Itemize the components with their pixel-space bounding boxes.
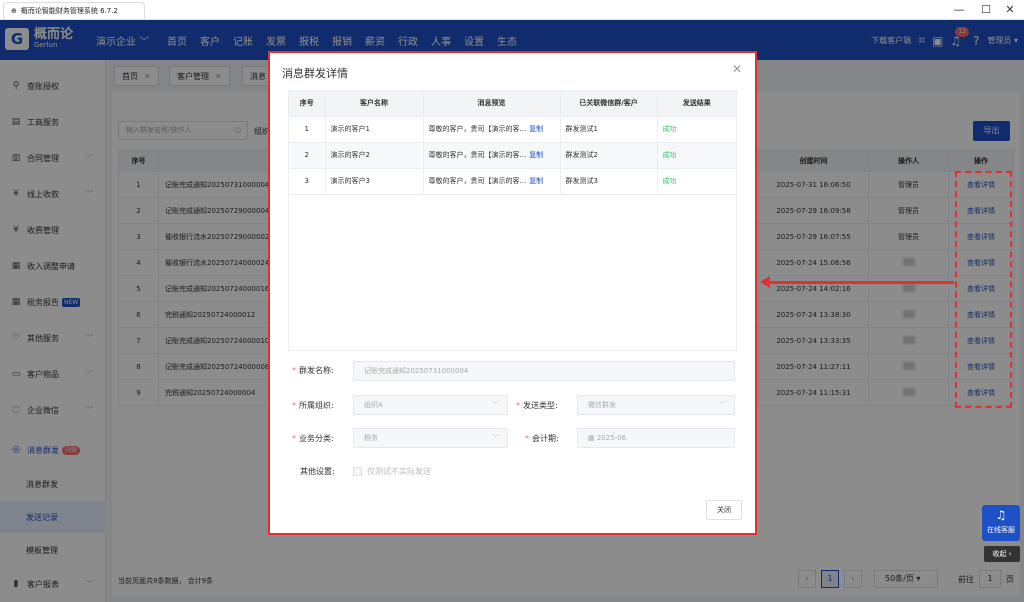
chevron-down-icon: ﹀ <box>492 434 499 442</box>
label-text: 群发名称: <box>299 366 334 375</box>
window-tab[interactable]: ⊕ 概而论智能财务管理系统 6.7.2 <box>3 2 145 19</box>
seq-cell: 3 <box>289 168 326 195</box>
online-service-label: 在线客服 <box>987 526 1015 534</box>
minimize-icon[interactable]: — <box>952 3 966 17</box>
broadcast-name-input[interactable]: 记账完成通知20250731000004 <box>353 361 735 381</box>
group-cell: 群发测试2 <box>560 142 658 169</box>
result-cell: 成功 <box>657 168 736 195</box>
modal-table-row: 2 演示的客户2 尊敬的客户，贵司【演示的客... 复制 群发测试2 成功 <box>289 142 736 169</box>
annotation-arrow-line <box>768 281 954 284</box>
form-label-org: * 所属组织: <box>292 401 334 410</box>
detail-modal: 消息群发详情 ✕ 序号 客户名称 消息预览 已关联微信群/客户 发送结果 1 演… <box>270 53 755 533</box>
group-cell: 群发测试3 <box>560 168 658 195</box>
org-select[interactable]: 组织A ﹀ <box>353 395 508 415</box>
customer-cell: 演示的客户1 <box>325 116 424 143</box>
copy-link[interactable]: 复制 <box>529 151 543 159</box>
category-value: 税务 <box>364 434 378 442</box>
col-group: 已关联微信群/客户 <box>560 91 658 117</box>
preview-text: 尊敬的客户，贵司【演示的客... <box>428 177 527 185</box>
seq-cell: 1 <box>289 116 326 143</box>
copy-link[interactable]: 复制 <box>529 177 543 185</box>
globe-icon: ⊕ <box>11 7 17 15</box>
modal-table: 序号 客户名称 消息预览 已关联微信群/客户 发送结果 1 演示的客户1 尊敬的… <box>289 91 736 195</box>
close-button[interactable]: 关闭 <box>706 500 742 520</box>
checkbox-label: 仅测试不实际发送 <box>367 467 431 476</box>
form-label-category: * 业务分类: <box>292 434 334 443</box>
seq-cell: 2 <box>289 142 326 169</box>
result-cell: 成功 <box>657 142 736 169</box>
preview-text: 尊敬的客户，贵司【演示的客... <box>428 125 527 133</box>
highlight-action-column <box>955 171 1012 408</box>
calendar-icon: ▦ <box>588 434 597 442</box>
close-window-icon[interactable]: ✕ <box>1003 3 1017 17</box>
maximize-icon[interactable]: ☐ <box>979 3 993 17</box>
annotation-arrow-head <box>760 276 770 288</box>
col-seq: 序号 <box>289 91 326 117</box>
fold-button[interactable]: 收起 › <box>984 546 1020 562</box>
preview-text: 尊敬的客户，贵司【演示的客... <box>428 151 527 159</box>
chevron-down-icon: ﹀ <box>719 401 726 409</box>
modal-title: 消息群发详情 <box>282 67 348 80</box>
label-text: 所属组织: <box>299 401 334 410</box>
close-icon[interactable]: ✕ <box>732 62 742 76</box>
preview-cell: 尊敬的客户，贵司【演示的客... 复制 <box>423 142 561 169</box>
period-value: 2025-06 <box>596 434 627 442</box>
test-only-checkbox[interactable]: 仅测试不实际发送 <box>353 466 431 477</box>
online-service-button[interactable]: ♫ 在线客服 <box>982 505 1020 541</box>
modal-table-row: 3 演示的客户3 尊敬的客户，贵司【演示的客... 复制 群发测试3 成功 <box>289 168 736 195</box>
form-label-name: * 群发名称: <box>292 366 334 375</box>
modal-table-wrap: 序号 客户名称 消息预览 已关联微信群/客户 发送结果 1 演示的客户1 尊敬的… <box>288 90 737 351</box>
org-value: 组织A <box>364 401 383 409</box>
form-label-other: 其他设置: <box>300 467 335 476</box>
send-type-select[interactable]: 微信群发 ﹀ <box>577 395 735 415</box>
checkbox-icon <box>353 467 362 476</box>
window-title: 概而论智能财务管理系统 6.7.2 <box>20 7 118 15</box>
period-picker[interactable]: ▦ 2025-06 <box>577 428 735 448</box>
type-value: 微信群发 <box>588 401 616 409</box>
col-result: 发送结果 <box>657 91 736 117</box>
chevron-down-icon: ﹀ <box>492 401 499 409</box>
modal-table-row: 1 演示的客户1 尊敬的客户，贵司【演示的客... 复制 群发测试1 成功 <box>289 116 736 143</box>
result-cell: 成功 <box>657 116 736 143</box>
label-text: 发送类型: <box>523 401 558 410</box>
copy-link[interactable]: 复制 <box>529 125 543 133</box>
headset-icon: ♫ <box>995 508 1007 522</box>
fold-label: 收起 <box>992 550 1007 558</box>
label-text: 业务分类: <box>299 434 334 443</box>
preview-cell: 尊敬的客户，贵司【演示的客... 复制 <box>423 168 561 195</box>
group-cell: 群发测试1 <box>560 116 658 143</box>
category-select[interactable]: 税务 ﹀ <box>353 428 508 448</box>
window-titlebar: ⊕ 概而论智能财务管理系统 6.7.2 — ☐ ✕ <box>0 0 1024 20</box>
form-label-type: * 发送类型: <box>516 401 558 410</box>
preview-cell: 尊敬的客户，贵司【演示的客... 复制 <box>423 116 561 143</box>
customer-cell: 演示的客户2 <box>325 142 424 169</box>
customer-cell: 演示的客户3 <box>325 168 424 195</box>
col-preview: 消息预览 <box>423 91 561 117</box>
form-label-period: * 会计期: <box>525 434 559 443</box>
label-text: 会计期: <box>532 434 559 443</box>
col-customer: 客户名称 <box>325 91 424 117</box>
